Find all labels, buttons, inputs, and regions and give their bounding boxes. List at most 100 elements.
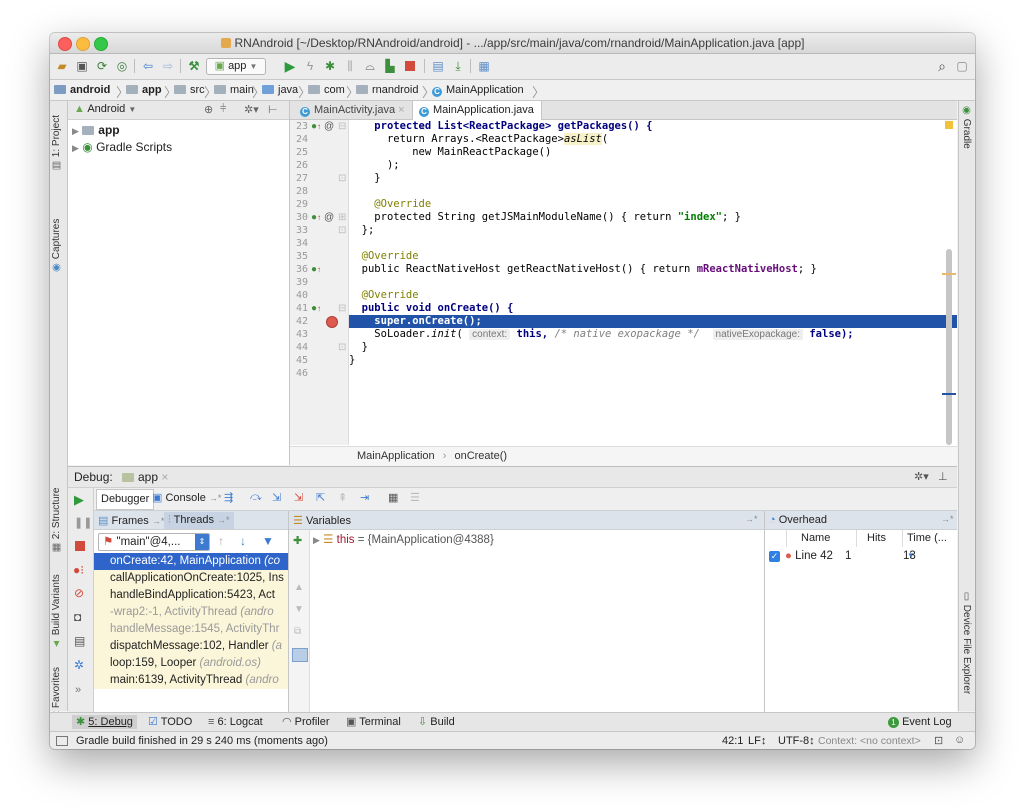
back-icon[interactable]: ⇦ bbox=[140, 58, 156, 74]
step-over-icon[interactable]: ⤼ bbox=[250, 491, 262, 504]
fold-icon[interactable]: ⊡ bbox=[338, 224, 346, 237]
override-marker-icon[interactable]: ●↑ bbox=[311, 263, 321, 276]
breadcrumb-android[interactable]: android bbox=[54, 83, 110, 97]
event-log-button[interactable]: 1 Event Log bbox=[888, 715, 952, 729]
tool-tab-terminal[interactable]: ▣ Terminal bbox=[346, 715, 401, 729]
tab-console[interactable]: ▣ Console →* bbox=[152, 489, 221, 508]
avd-manager-icon[interactable]: ▤ bbox=[430, 58, 446, 74]
enabled-checkbox[interactable]: ✓ bbox=[769, 551, 780, 562]
stop-icon[interactable] bbox=[402, 58, 418, 74]
editor-scrollbar[interactable] bbox=[946, 249, 953, 479]
fold-icon[interactable]: ⊟ bbox=[338, 120, 346, 133]
apply-changes-icon[interactable]: ϟ bbox=[302, 58, 318, 74]
tool-tab-structure[interactable]: ▦ 2: Structure bbox=[51, 485, 66, 553]
sync-icon[interactable]: ⟳ bbox=[94, 58, 110, 74]
tool-tab-gradle[interactable]: ◉ Gradle bbox=[961, 105, 972, 161]
breadcrumb-class[interactable]: MainApplication bbox=[357, 450, 435, 462]
frame-row[interactable]: callApplicationOnCreate:1025, Ins bbox=[94, 570, 288, 587]
settings-gear-icon[interactable]: ✲ bbox=[74, 658, 84, 672]
frame-row[interactable]: -wrap2:-1, ActivityThread (andro bbox=[94, 604, 288, 621]
run-to-cursor-icon[interactable]: ⇥ bbox=[360, 491, 369, 504]
profile-icon[interactable]: ⫼ bbox=[342, 58, 358, 74]
tool-windows-toggle-icon[interactable] bbox=[56, 736, 68, 746]
tool-tab-build[interactable]: ⇩ Build bbox=[418, 715, 455, 729]
stop-icon[interactable] bbox=[75, 541, 85, 554]
overhead-col-name[interactable]: Name bbox=[787, 530, 857, 547]
forward-icon[interactable]: ⇨ bbox=[160, 58, 176, 74]
tool-tab-debug[interactable]: ✱ 5: Debug bbox=[72, 715, 137, 729]
code-area[interactable]: protected List<ReactPackage> getPackages… bbox=[349, 120, 957, 445]
breadcrumb-main[interactable]: main bbox=[214, 83, 254, 97]
tab-debugger[interactable]: Debugger bbox=[96, 489, 155, 510]
project-structure-icon[interactable]: ▦ bbox=[476, 58, 492, 74]
breadcrumb-mainapplication[interactable]: C MainApplication bbox=[432, 83, 524, 97]
tool-tab-profiler[interactable]: ◠ Profiler bbox=[282, 715, 330, 729]
tool-tab-captures[interactable]: ◉ Captures bbox=[51, 213, 66, 273]
line-separator[interactable]: LF↕ bbox=[748, 735, 766, 747]
override-marker-icon[interactable]: ●↑ bbox=[311, 211, 321, 224]
tool-tab-project[interactable]: ▤ 1: Project bbox=[51, 107, 66, 171]
collapse-all-icon[interactable]: ⫩ bbox=[220, 103, 226, 116]
breadcrumb-app[interactable]: app bbox=[126, 83, 162, 97]
move-up-icon[interactable]: ▲ bbox=[294, 582, 304, 593]
sdk-manager-icon[interactable]: ⤓ bbox=[450, 58, 466, 74]
view-breakpoints-icon[interactable]: ●⁝ bbox=[73, 563, 84, 577]
breadcrumb-method[interactable]: onCreate() bbox=[454, 450, 507, 462]
tool-tab-logcat[interactable]: ≡ 6: Logcat bbox=[208, 715, 263, 729]
override-marker-icon[interactable]: ●↑ bbox=[311, 120, 321, 133]
frame-row[interactable]: dispatchMessage:102, Handler (a bbox=[94, 638, 288, 655]
frame-row[interactable]: onCreate:42, MainApplication (co bbox=[94, 553, 288, 570]
overhead-row[interactable]: ✓ ● Line 42 1 13 bbox=[765, 548, 957, 565]
force-step-into-icon[interactable]: ⇲ bbox=[294, 491, 303, 504]
apply-code-icon[interactable]: ▙ bbox=[382, 58, 398, 74]
save-icon[interactable]: ▣ bbox=[74, 58, 90, 74]
fold-icon[interactable]: ⊡ bbox=[338, 341, 346, 354]
pin-icon[interactable]: →* bbox=[941, 514, 954, 524]
overhead-col-hits[interactable]: Hits bbox=[857, 530, 903, 547]
attach-debugger-icon[interactable]: ⌓ bbox=[362, 58, 378, 74]
lock-icon[interactable]: ⊡ bbox=[934, 734, 943, 747]
breadcrumb-src[interactable]: src bbox=[174, 83, 205, 97]
pause-icon[interactable]: ❚❚ bbox=[74, 516, 92, 529]
step-out-icon[interactable]: ⇱ bbox=[316, 491, 325, 504]
copy-icon[interactable]: ⧉ bbox=[294, 626, 301, 637]
fold-icon[interactable]: ⊡ bbox=[338, 172, 346, 185]
status-message[interactable]: Gradle build finished in 29 s 240 ms (mo… bbox=[76, 735, 328, 747]
settings-gear-icon[interactable]: ✲▾ bbox=[244, 103, 259, 116]
debug-session-tab[interactable]: app × bbox=[122, 470, 168, 484]
breadcrumb-com[interactable]: com bbox=[308, 83, 345, 97]
scroll-from-source-icon[interactable]: ⊕ bbox=[204, 103, 213, 116]
layout-icon[interactable]: ▢ bbox=[954, 58, 970, 74]
close-tab-icon[interactable]: × bbox=[398, 104, 404, 116]
resume-icon[interactable]: ▶ bbox=[74, 492, 84, 508]
warning-marker[interactable] bbox=[945, 121, 953, 129]
tab-mainactivity[interactable]: C MainActivity.java × bbox=[294, 101, 412, 119]
move-down-icon[interactable]: ▼ bbox=[294, 604, 304, 615]
step-into-icon[interactable]: ⇲ bbox=[272, 491, 281, 504]
search-icon[interactable]: ⌕ bbox=[934, 58, 950, 74]
hide-panel-icon[interactable]: ⊥ bbox=[938, 470, 948, 483]
camera-icon[interactable]: ◘ bbox=[74, 610, 81, 624]
layout-icon[interactable]: ▤ bbox=[74, 634, 85, 648]
settings-gear-icon[interactable]: ✲▾ bbox=[914, 470, 929, 483]
inspector-icon[interactable]: ☺ bbox=[954, 734, 965, 746]
close-tab-icon[interactable]: × bbox=[161, 470, 168, 484]
trace-icon[interactable]: ☰ bbox=[410, 491, 420, 504]
hide-panel-icon[interactable]: ⊢ bbox=[268, 103, 278, 116]
pin-icon[interactable]: →* bbox=[745, 514, 758, 524]
previous-frame-icon[interactable]: ↑ bbox=[218, 534, 224, 548]
override-marker-icon[interactable]: ●↑ bbox=[311, 302, 321, 315]
mute-breakpoints-icon[interactable]: ⊘ bbox=[74, 586, 84, 600]
frame-row[interactable]: handleMessage:1545, ActivityThr bbox=[94, 621, 288, 638]
tool-tab-todo[interactable]: ☑ TODO bbox=[148, 715, 192, 729]
build-hammer-icon[interactable]: ⚒ bbox=[186, 58, 202, 74]
tool-tab-build-variants[interactable]: ▲ Build Variants bbox=[51, 569, 66, 649]
fold-icon[interactable]: ⊞ bbox=[338, 211, 346, 224]
new-watch-icon[interactable]: ✚ bbox=[293, 534, 302, 547]
frame-row[interactable]: main:6139, ActivityThread (andro bbox=[94, 672, 288, 689]
breadcrumb-rnandroid[interactable]: rnandroid bbox=[356, 83, 418, 97]
breakpoint-icon[interactable] bbox=[326, 316, 338, 329]
run-config-select[interactable]: ▣ app ▼ bbox=[206, 58, 266, 75]
breadcrumb-java[interactable]: java bbox=[262, 83, 298, 97]
tool-tab-device-file-explorer[interactable]: ▯ Device File Explorer bbox=[961, 591, 972, 711]
